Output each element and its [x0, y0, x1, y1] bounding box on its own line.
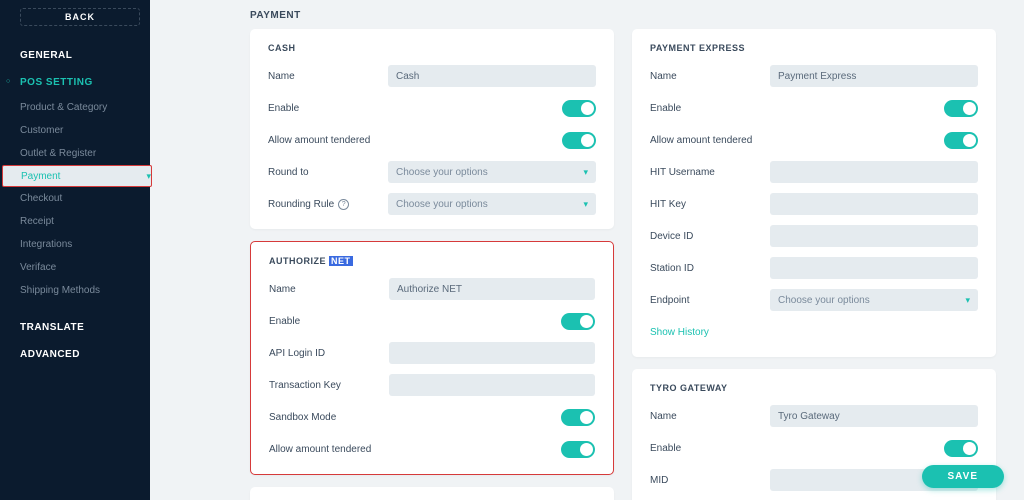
input-auth-api[interactable] — [389, 342, 595, 364]
card-authorize-net: AUTHORIZE NET Name Enable API Login ID T… — [250, 241, 614, 475]
back-button[interactable]: BACK — [20, 8, 140, 26]
toggle-auth-enable[interactable] — [561, 313, 595, 330]
input-pex-k[interactable] — [770, 193, 978, 215]
label-pex-allow: Allow amount tendered — [650, 135, 770, 146]
sidebar-heading-pos-setting[interactable]: POS SETTING — [0, 69, 150, 96]
card-title-authorize: AUTHORIZE NET — [269, 256, 595, 266]
page-title: PAYMENT — [250, 10, 996, 21]
label-tyro-enable: Enable — [650, 443, 770, 454]
card-title-cash: CASH — [268, 43, 596, 53]
content: PAYMENT CASH Name Enable Allow amount te… — [150, 0, 1024, 500]
sidebar-item-shipping[interactable]: Shipping Methods — [0, 279, 150, 302]
card-payment-express: PAYMENT EXPRESS Name Enable Allow amount… — [632, 29, 996, 357]
label-cash-enable: Enable — [268, 103, 388, 114]
card-cardknox: CARDKNOX — [250, 487, 614, 500]
toggle-tyro-enable[interactable] — [944, 440, 978, 457]
sidebar-heading-advanced[interactable]: ADVANCED — [0, 341, 150, 368]
label-auth-enable: Enable — [269, 316, 389, 327]
label-auth-allow: Allow amount tendered — [269, 444, 389, 455]
card-cash: CASH Name Enable Allow amount tendered R… — [250, 29, 614, 229]
input-auth-tkey[interactable] — [389, 374, 595, 396]
card-title-pex: PAYMENT EXPRESS — [650, 43, 978, 53]
input-auth-name[interactable] — [389, 278, 595, 300]
label-pex-u: HIT Username — [650, 167, 770, 178]
sidebar-item-customer[interactable]: Customer — [0, 119, 150, 142]
label-pex-e: Endpoint — [650, 295, 770, 306]
sidebar-item-receipt[interactable]: Receipt — [0, 210, 150, 233]
toggle-auth-sandbox[interactable] — [561, 409, 595, 426]
label-pex-name: Name — [650, 71, 770, 82]
label-cash-round: Round to — [268, 167, 388, 178]
link-show-history[interactable]: Show History — [650, 327, 709, 338]
input-tyro-name[interactable] — [770, 405, 978, 427]
toggle-cash-allow[interactable] — [562, 132, 596, 149]
label-cash-allow: Allow amount tendered — [268, 135, 388, 146]
sidebar-item-payment[interactable]: Payment — [2, 165, 152, 187]
select-cash-round[interactable]: Choose your options — [388, 161, 596, 183]
label-auth-name: Name — [269, 284, 389, 295]
toggle-pex-enable[interactable] — [944, 100, 978, 117]
sidebar-item-product[interactable]: Product & Category — [0, 96, 150, 119]
toggle-auth-allow[interactable] — [561, 441, 595, 458]
sidebar-item-checkout[interactable]: Checkout — [0, 187, 150, 210]
input-pex-name[interactable] — [770, 65, 978, 87]
sidebar-item-integrations[interactable]: Integrations — [0, 233, 150, 256]
input-cash-name[interactable] — [388, 65, 596, 87]
input-pex-s[interactable] — [770, 257, 978, 279]
toggle-pex-allow[interactable] — [944, 132, 978, 149]
label-pex-k: HIT Key — [650, 199, 770, 210]
sidebar-heading-general[interactable]: GENERAL — [0, 42, 150, 69]
label-auth-api: API Login ID — [269, 348, 389, 359]
label-tyro-mid: MID — [650, 475, 770, 486]
label-tyro-name: Name — [650, 411, 770, 422]
toggle-cash-enable[interactable] — [562, 100, 596, 117]
sidebar: BACK GENERAL POS SETTING Product & Categ… — [0, 0, 150, 500]
label-auth-sandbox: Sandbox Mode — [269, 412, 389, 423]
help-icon[interactable]: ? — [338, 199, 349, 210]
label-cash-name: Name — [268, 71, 388, 82]
card-title-tyro: TYRO GATEWAY — [650, 383, 978, 393]
sidebar-heading-translate[interactable]: TRANSLATE — [0, 314, 150, 341]
input-pex-d[interactable] — [770, 225, 978, 247]
sidebar-item-outlet[interactable]: Outlet & Register — [0, 142, 150, 165]
save-button[interactable]: SAVE — [922, 465, 1005, 488]
input-pex-u[interactable] — [770, 161, 978, 183]
label-pex-s: Station ID — [650, 263, 770, 274]
select-pex-e[interactable]: Choose your options — [770, 289, 978, 311]
label-cash-rule: Rounding Rule? — [268, 199, 388, 210]
label-pex-d: Device ID — [650, 231, 770, 242]
label-auth-tkey: Transaction Key — [269, 380, 389, 391]
select-cash-rule[interactable]: Choose your options — [388, 193, 596, 215]
sidebar-item-veriface[interactable]: Veriface — [0, 256, 150, 279]
label-pex-enable: Enable — [650, 103, 770, 114]
